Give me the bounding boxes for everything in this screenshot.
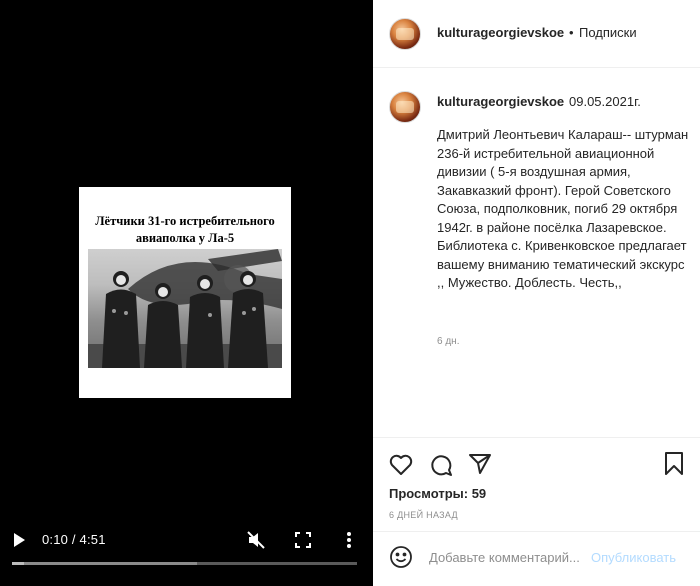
video-time: 0:10 / 4:51 — [42, 532, 106, 547]
post-panel: kulturageorgievskoe • Подписки kulturage… — [373, 0, 700, 586]
poster-title: Лётчики 31-го истребительного авиаполка … — [79, 213, 291, 247]
poster-title-line2: авиаполка у Ла-5 — [135, 231, 235, 245]
fullscreen-icon[interactable] — [295, 532, 311, 548]
caption-age: 6 дн. — [437, 336, 460, 347]
play-icon[interactable] — [12, 532, 26, 548]
video-controls: 0:10 / 4:51 — [0, 520, 373, 586]
comment-input[interactable] — [429, 547, 589, 567]
following-button[interactable]: Подписки — [579, 25, 637, 40]
emoji-icon[interactable] — [389, 545, 413, 569]
poster-title-line1: Лётчики 31-го истребительного — [95, 214, 275, 228]
post-header: kulturageorgievskoe • Подписки — [373, 0, 700, 68]
heart-icon[interactable] — [389, 454, 413, 476]
posted-time: 6 ДНЕЙ НАЗАД — [389, 510, 458, 520]
avatar[interactable] — [389, 18, 421, 50]
video-player[interactable]: Лётчики 31-го истребительного авиаполка … — [0, 0, 373, 586]
views-count[interactable]: Просмотры: 59 — [389, 486, 486, 501]
volume-muted-icon[interactable] — [246, 530, 266, 550]
caption-avatar[interactable] — [389, 91, 421, 123]
caption-text: Дмитрий Леонтьевич Калараш-- штурман 236… — [437, 127, 689, 290]
share-icon[interactable] — [469, 453, 491, 475]
caption-date: 09.05.2021г. — [569, 94, 641, 109]
header-username[interactable]: kulturageorgievskoe — [437, 25, 564, 40]
video-progress-bar[interactable] — [12, 562, 357, 565]
bookmark-icon[interactable] — [664, 452, 684, 476]
publish-button[interactable]: Опубликовать — [591, 550, 676, 565]
video-poster: Лётчики 31-го истребительного авиаполка … — [79, 187, 291, 398]
more-vertical-icon[interactable] — [343, 530, 355, 550]
comment-icon[interactable] — [429, 453, 453, 477]
pilots-photo — [88, 249, 282, 368]
comment-bar: Опубликовать — [373, 531, 700, 586]
video-progress-fill — [12, 562, 24, 565]
header-separator: • — [569, 25, 574, 40]
video-buffer — [24, 562, 197, 565]
caption-username[interactable]: kulturageorgievskoe — [437, 94, 564, 109]
